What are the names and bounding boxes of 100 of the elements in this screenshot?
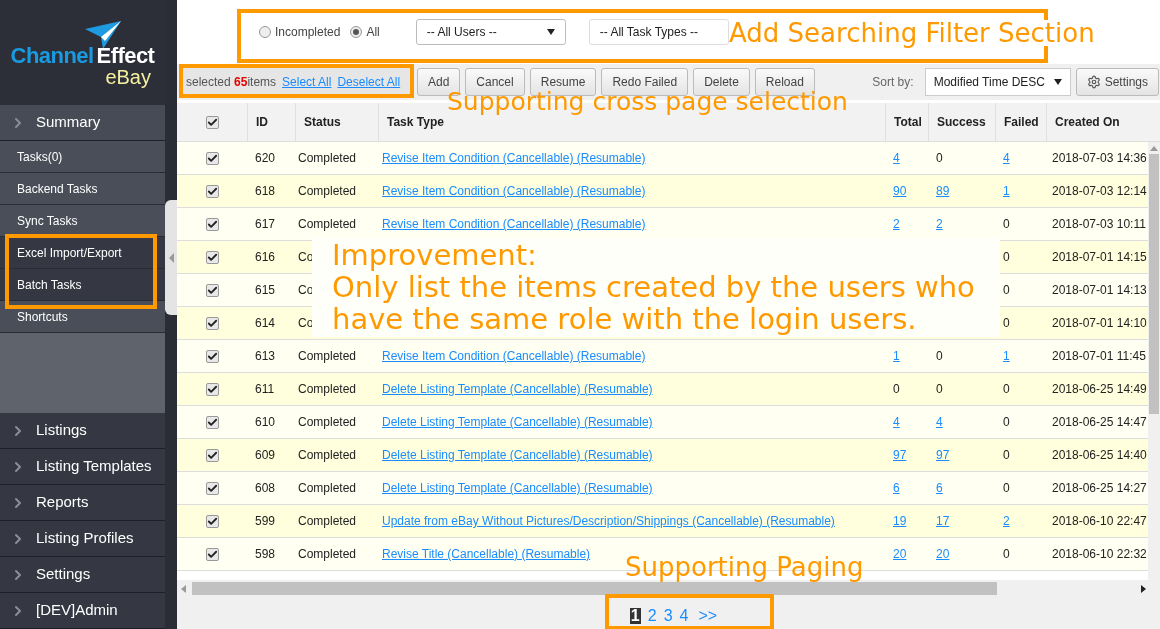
count-link[interactable]: 4: [1003, 151, 1010, 165]
checkbox[interactable]: [205, 481, 219, 495]
table-cell-text: Completed: [297, 183, 358, 200]
logo-text: Channel: [10, 44, 94, 67]
column-header[interactable]: Success: [928, 103, 995, 141]
table-cell-text: Completed: [297, 348, 358, 365]
table-cell-text: 2018-07-01 14:13: [1051, 282, 1148, 299]
table-cell-text: Completed: [297, 546, 358, 563]
page-link[interactable]: 1: [629, 608, 641, 624]
column-header[interactable]: Failed: [995, 103, 1046, 141]
toolbar-button[interactable]: Delete: [693, 68, 750, 96]
count-link[interactable]: 4: [893, 151, 900, 165]
table-row[interactable]: 620 Completed Revise Item Condition (Cancellable) (Resumable) 4 0 4 2018-07-03 14:36: [177, 142, 1148, 175]
table-row[interactable]: 610 Completed Delete Listing Template (Cancellable) (Resumable) 4 4 0 2018-06-25 14:47: [177, 406, 1148, 439]
table-cell-text: 2018-07-03 14:36: [1051, 150, 1148, 167]
count-text: 0: [936, 151, 943, 165]
count-text: 0: [893, 382, 900, 396]
checkbox[interactable]: [205, 217, 219, 231]
table-cell-text: 609: [254, 447, 277, 464]
table-row[interactable]: 609 Completed Delete Listing Template (Cancellable) (Resumable) 97 97 0 2018-06-25 14:40: [177, 439, 1148, 472]
task-types-select[interactable]: -- All Task Types --: [588, 19, 729, 45]
status-radio[interactable]: All: [350, 23, 380, 41]
vertical-scrollbar[interactable]: [1148, 142, 1160, 580]
logo-text: Effect: [96, 44, 155, 67]
sort-select[interactable]: Modified Time DESC: [924, 68, 1071, 96]
count-text: 0: [1003, 316, 1010, 330]
sidebar-section[interactable]: [DEV]Admin: [0, 593, 165, 629]
table-cell-text: 2018-07-03 12:14: [1051, 183, 1148, 200]
count-link[interactable]: 4: [893, 415, 900, 429]
annotation-text: have the same role with the login users.: [332, 305, 918, 334]
annotation-text: Improvement:: [332, 241, 538, 270]
column-header[interactable]: Status: [295, 103, 378, 141]
table-row[interactable]: 618 Completed Revise Item Condition (Cancellable) (Resumable) 90 89 1 2018-07-03 12:14: [177, 175, 1148, 208]
checkbox[interactable]: [205, 382, 219, 396]
checkbox[interactable]: [205, 283, 219, 297]
count-text: 0: [936, 382, 943, 396]
table-cell-text: Completed: [297, 381, 358, 398]
sidebar-section[interactable]: Listing Profiles: [0, 521, 165, 557]
users-select[interactable]: -- All Users --: [415, 19, 566, 45]
table-cell-text: 598: [254, 546, 277, 563]
checkbox[interactable]: [205, 184, 219, 198]
annotation-text: Only list the items created by the users who: [332, 273, 976, 302]
count-text: 0: [1003, 250, 1010, 264]
checkbox[interactable]: [205, 349, 219, 363]
table-cell-text: 2018-07-01 14:10: [1051, 315, 1148, 332]
checkbox[interactable]: [205, 115, 219, 129]
table-row[interactable]: 617 Completed Revise Item Condition (Cancellable) (Resumable) 2 2 0 2018-07-03 10:11: [177, 208, 1148, 241]
table-row[interactable]: 611 Completed Delete Listing Template (Cancellable) (Resumable) 0 0 0 2018-06-25 14:49: [177, 373, 1148, 406]
table-cell-text: 2018-06-25 14:47: [1051, 414, 1148, 431]
table-cell-text: 617: [254, 216, 277, 233]
sidebar-item[interactable]: Batch Tasks: [0, 269, 165, 301]
table-cell-text: 614: [254, 315, 277, 332]
table-cell-text: 611: [254, 381, 276, 398]
table-cell-text: 613: [254, 348, 277, 365]
sidebar-section[interactable]: Listings: [0, 413, 165, 449]
count-text: 0: [1003, 283, 1010, 297]
sidebar-item[interactable]: Excel Import/Export: [0, 237, 165, 269]
table-cell-text: 620: [254, 150, 277, 167]
table-cell-text: 2018-07-01 14:15: [1051, 249, 1148, 266]
table-cell-text: Completed: [297, 447, 358, 464]
sort-label: Sort by:: [872, 74, 914, 91]
sidebar-section[interactable]: Settings: [0, 557, 165, 593]
count-text: 0: [1003, 481, 1010, 495]
sidebar-section[interactable]: Summary: [0, 105, 165, 141]
checkbox[interactable]: [205, 151, 219, 165]
table-row[interactable]: 613 Completed Revise Item Condition (Cancellable) (Resumable) 1 0 1 2018-07-01 11:45: [177, 340, 1148, 373]
horizontal-scrollbar[interactable]: [177, 580, 1160, 597]
selection-count: selected 65items: [186, 74, 277, 91]
count-text: 0: [1003, 415, 1010, 429]
toolbar-button[interactable]: Cancel: [465, 68, 525, 96]
settings-button[interactable]: Settings: [1075, 68, 1159, 96]
checkbox[interactable]: [205, 415, 219, 429]
checkbox[interactable]: [205, 448, 219, 462]
table-row[interactable]: 599 Completed Update from eBay Without Pictures/Description/Shippings (Cancellable) (Resumable) 19 17 2 2018-06-10 22:47: [177, 505, 1148, 538]
checkbox[interactable]: [205, 316, 219, 330]
table-cell-text: 2018-06-25 14:27: [1051, 480, 1148, 497]
table-cell-text: 2018-07-03 10:11: [1051, 216, 1147, 233]
table-row[interactable]: 608 Completed Delete Listing Template (Cancellable) (Resumable) 6 6 0 2018-06-25 14:27: [177, 472, 1148, 505]
table-cell-text: 2018-06-10 22:47: [1051, 513, 1148, 530]
column-header[interactable]: Total: [885, 103, 928, 141]
annotation-text: Add Searching Filter Section: [729, 20, 1095, 46]
table-cell-text: Completed: [297, 216, 358, 233]
sidebar-section[interactable]: Reports: [0, 485, 165, 521]
checkbox[interactable]: [205, 514, 219, 528]
status-radio[interactable]: Incompleted: [259, 23, 341, 41]
column-header[interactable]: ID: [247, 103, 295, 141]
count-text: 0: [1003, 547, 1010, 561]
sidebar-item[interactable]: Sync Tasks: [0, 205, 165, 237]
sidebar-section[interactable]: Listing Templates: [0, 449, 165, 485]
column-header[interactable]: Created On: [1046, 103, 1148, 141]
splitter-handle[interactable]: [165, 200, 177, 315]
checkbox[interactable]: [205, 250, 219, 264]
table-cell-text: 615: [254, 282, 277, 299]
count-text: 0: [1003, 382, 1010, 396]
checkbox[interactable]: [205, 547, 219, 561]
sidebar-item[interactable]: Backend Tasks: [0, 173, 165, 205]
toolbar-button[interactable]: Redo Failed: [601, 68, 689, 96]
count-link[interactable]: 4: [936, 415, 943, 429]
sidebar-item[interactable]: Tasks(0): [0, 141, 165, 173]
table-cell-text: Completed: [297, 414, 358, 431]
